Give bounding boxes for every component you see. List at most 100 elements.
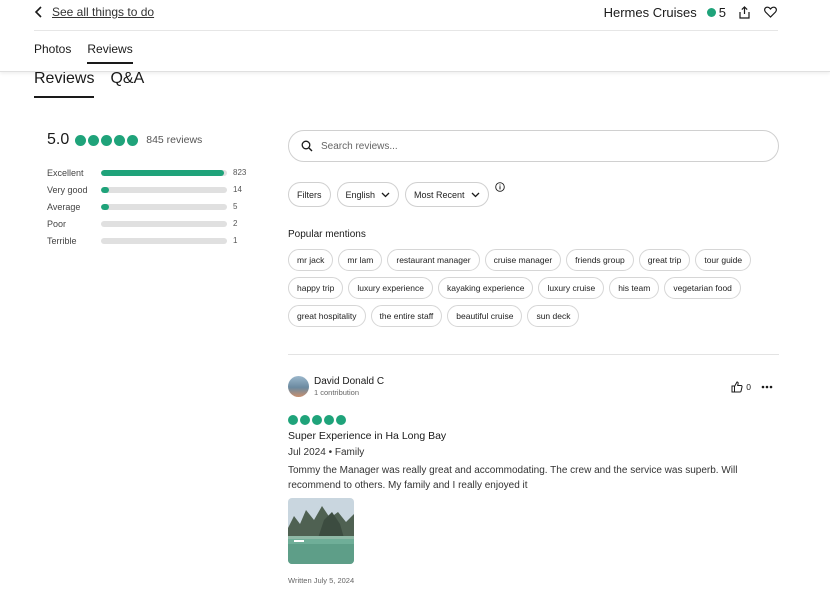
rating-bar-row[interactable]: Excellent 823: [47, 164, 247, 181]
mention-chip[interactable]: mr lam: [338, 249, 383, 271]
review-actions: 0: [731, 380, 773, 393]
tab-reviews[interactable]: Reviews: [34, 70, 95, 98]
rating-bubble-icon: [300, 415, 310, 425]
rating-summary: 5.0 845 reviews Excellent 823 Very good 14 A…: [47, 131, 247, 249]
mention-chip[interactable]: great hospitality: [288, 305, 366, 327]
sort-dropdown[interactable]: Most Recent: [405, 182, 489, 207]
reviewer-contributions: 1 contribution: [314, 388, 360, 397]
rating-bubble-icon: [88, 134, 100, 146]
rating-bar-row[interactable]: Very good 14: [47, 181, 247, 198]
rating-bubble-icon: [101, 134, 113, 146]
review-written-date: Written July 5, 2024: [288, 576, 355, 585]
rating-bubble-icon: [324, 415, 334, 425]
rating-bar-track: [101, 203, 227, 210]
main-tabs: Reviews Q&A: [34, 70, 144, 98]
brand-name: Hermes Cruises: [603, 4, 697, 20]
rating-bubble-icon: [288, 415, 298, 425]
rating-bar-track: [101, 169, 227, 176]
share-button[interactable]: [736, 4, 752, 20]
rating-bar-fill: [101, 203, 109, 210]
search-input[interactable]: [321, 140, 741, 152]
rating-bar-count: 1: [233, 236, 238, 245]
rating-bar-row[interactable]: Average 5: [47, 198, 247, 215]
rating-bubble-icon: [75, 134, 87, 146]
rating-bar-row[interactable]: Poor 2: [47, 215, 247, 232]
overall-score: 5.0: [47, 131, 70, 148]
brand-rating: 5: [706, 4, 726, 20]
rating-bar-count: 5: [233, 202, 238, 211]
review-body: Tommy the Manager was really great and a…: [288, 465, 738, 491]
subtab-reviews[interactable]: Reviews: [87, 42, 133, 64]
helpful-button[interactable]: 0: [731, 380, 751, 393]
save-heart-button[interactable]: [762, 4, 778, 20]
info-icon[interactable]: [494, 182, 505, 192]
helpful-count: 0: [746, 381, 751, 392]
rating-bar-row[interactable]: Terrible 1: [47, 232, 247, 249]
more-options-icon[interactable]: [761, 385, 773, 389]
bay-landscape-image: [288, 498, 354, 564]
reviewer-name[interactable]: David Donald C: [314, 376, 384, 387]
back-link[interactable]: See all things to do: [34, 5, 154, 19]
rating-bar-label: Excellent: [47, 167, 84, 178]
chevron-down-icon: [471, 192, 480, 197]
rating-bubble-icon: [706, 7, 716, 17]
popular-mentions-list: mr jack mr lam restaurant manager cruise ma…: [288, 249, 778, 327]
rating-bar-count: 14: [233, 185, 242, 194]
mention-chip[interactable]: cruise manager: [484, 249, 562, 271]
mention-chip[interactable]: beautiful cruise: [447, 305, 523, 327]
review-card: David Donald C 1 contribution 0 Super Ex…: [288, 376, 779, 585]
mention-chip[interactable]: restaurant manager: [387, 249, 480, 271]
mention-chip[interactable]: luxury experience: [348, 277, 433, 299]
rating-bubbles: [75, 134, 139, 146]
brand-rating-value: 5: [718, 4, 726, 20]
header-divider: [34, 30, 778, 31]
tab-qa[interactable]: Q&A: [110, 70, 144, 98]
rating-bar-track: [101, 220, 227, 227]
mention-chip[interactable]: kayaking experience: [437, 277, 534, 299]
rating-bubble-icon: [127, 134, 139, 146]
rating-bar-fill: [101, 186, 109, 193]
back-link-label: See all things to do: [52, 5, 155, 19]
rating-bubble-icon: [312, 415, 322, 425]
score-row: 5.0 845 reviews: [47, 131, 247, 149]
mention-chip[interactable]: mr jack: [288, 249, 334, 271]
search-box[interactable]: [288, 130, 779, 162]
rating-bar-label: Very good: [47, 184, 88, 195]
subtab-photos[interactable]: Photos: [34, 42, 71, 64]
chevron-left-icon: [34, 6, 42, 18]
review-header: David Donald C 1 contribution 0: [288, 376, 779, 397]
review-rating-bubbles: [288, 415, 779, 425]
brand-area: Hermes Cruises 5: [604, 4, 778, 20]
mention-chip[interactable]: sun deck: [527, 305, 580, 327]
mention-chip[interactable]: great trip: [638, 249, 691, 271]
language-dropdown[interactable]: English: [336, 182, 400, 207]
mention-chip[interactable]: friends group: [566, 249, 634, 271]
rating-bar-label: Terrible: [47, 235, 77, 246]
rating-bubble-icon: [336, 415, 346, 425]
avatar[interactable]: [288, 376, 309, 397]
mention-chip[interactable]: tour guide: [695, 249, 752, 271]
mention-chip[interactable]: vegetarian food: [664, 277, 741, 299]
sort-label: Most Recent: [414, 189, 465, 200]
language-label: English: [345, 189, 376, 200]
filter-bar: Filters English Most Recent: [288, 182, 505, 207]
mention-chip[interactable]: luxury cruise: [538, 277, 605, 299]
rating-bar-track: [101, 186, 227, 193]
mention-chip[interactable]: the entire staff: [370, 305, 443, 327]
rating-bar-label: Poor: [47, 218, 67, 229]
filters-button[interactable]: Filters: [288, 182, 331, 207]
heart-icon: [763, 6, 777, 18]
review-count: 845 reviews: [146, 134, 203, 146]
reviewer-info: David Donald C 1 contribution: [314, 376, 384, 397]
review-photo[interactable]: [288, 498, 354, 564]
review-title[interactable]: Super Experience in Ha Long Bay: [288, 430, 779, 442]
sub-tabs: Photos Reviews: [34, 42, 133, 64]
search-icon: [301, 140, 313, 152]
rating-distribution: Excellent 823 Very good 14 Average 5 Poor 2 Terr…: [47, 164, 247, 249]
popular-mentions-title: Popular mentions: [288, 229, 366, 240]
section-divider: [288, 354, 779, 355]
mention-chip[interactable]: happy trip: [288, 277, 344, 299]
rating-bar-track: [101, 237, 227, 244]
filters-label: Filters: [297, 189, 322, 200]
mention-chip[interactable]: his team: [609, 277, 660, 299]
